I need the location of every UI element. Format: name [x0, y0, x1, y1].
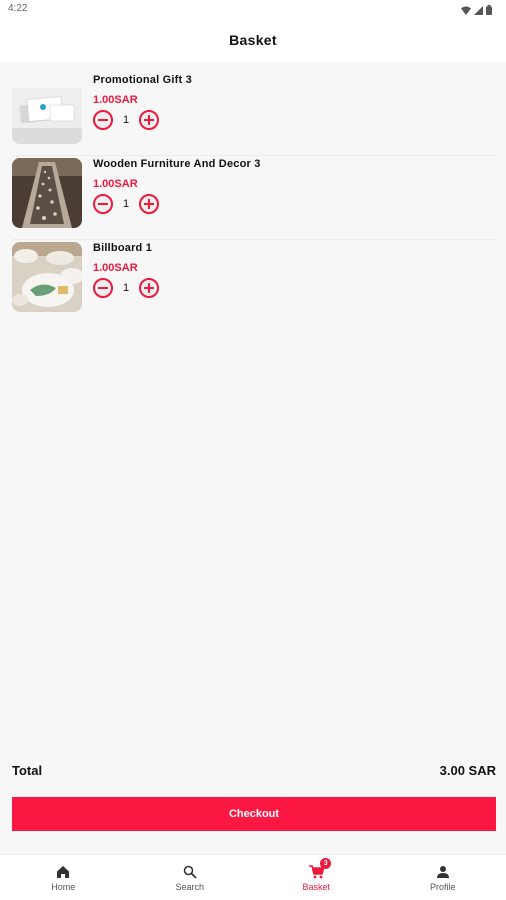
status-time: 4:22 [8, 3, 28, 14]
person-icon [435, 864, 451, 880]
nav-item-home[interactable]: Home [0, 855, 127, 900]
basket-item[interactable]: Promotional Gift 3 1.00SAR 1 [12, 72, 496, 156]
nav-item-search[interactable]: Search [127, 855, 254, 900]
nav-label: Profile [429, 881, 456, 892]
nav-label: Home [51, 881, 76, 892]
quantity-stepper: 1 [93, 278, 159, 298]
product-name[interactable]: Promotional Gift 3 [93, 74, 192, 86]
bottom-nav: Home Search 3 Basket Profile [0, 854, 506, 900]
total-value: 3.00 SAR [439, 763, 496, 778]
page-title: Basket [229, 32, 277, 48]
decrease-quantity-button[interactable] [93, 194, 113, 214]
quantity-stepper: 1 [93, 194, 159, 214]
quantity-value: 1 [122, 198, 130, 210]
nav-item-basket[interactable]: 3 Basket [253, 855, 380, 900]
increase-quantity-button[interactable] [139, 278, 159, 298]
status-bar: 4:22 [0, 0, 506, 18]
product-name[interactable]: Wooden Furniture And Decor 3 [93, 158, 261, 170]
home-icon [55, 864, 71, 880]
nav-label: Search [175, 881, 205, 892]
basket-item[interactable]: Billboard 1 1.00SAR 1 [12, 240, 496, 324]
product-price: 1.00SAR [93, 94, 138, 106]
product-image[interactable] [12, 242, 82, 312]
product-image[interactable] [12, 74, 82, 144]
total-label: Total [12, 763, 43, 778]
cart-count-badge: 3 [320, 857, 332, 869]
total-row: Total 3.00 SAR [12, 763, 496, 778]
nav-label: Basket [302, 881, 330, 892]
checkout-button[interactable]: Checkout [12, 797, 496, 831]
nav-item-profile[interactable]: Profile [380, 855, 506, 900]
quantity-value: 1 [122, 282, 130, 294]
product-image[interactable] [12, 158, 82, 228]
increase-quantity-button[interactable] [139, 194, 159, 214]
cart-icon: 3 [308, 857, 332, 880]
decrease-quantity-button[interactable] [93, 278, 113, 298]
basket-list: Promotional Gift 3 1.00SAR 1 Wooden Furn… [12, 72, 496, 324]
quantity-value: 1 [122, 114, 130, 126]
product-price: 1.00SAR [93, 178, 138, 190]
basket-item[interactable]: Wooden Furniture And Decor 3 1.00SAR 1 [12, 156, 496, 240]
increase-quantity-button[interactable] [139, 110, 159, 130]
decrease-quantity-button[interactable] [93, 110, 113, 130]
product-name[interactable]: Billboard 1 [93, 242, 152, 254]
search-icon [182, 864, 198, 880]
app-header: Basket [0, 18, 506, 62]
product-price: 1.00SAR [93, 262, 138, 274]
quantity-stepper: 1 [93, 110, 159, 130]
